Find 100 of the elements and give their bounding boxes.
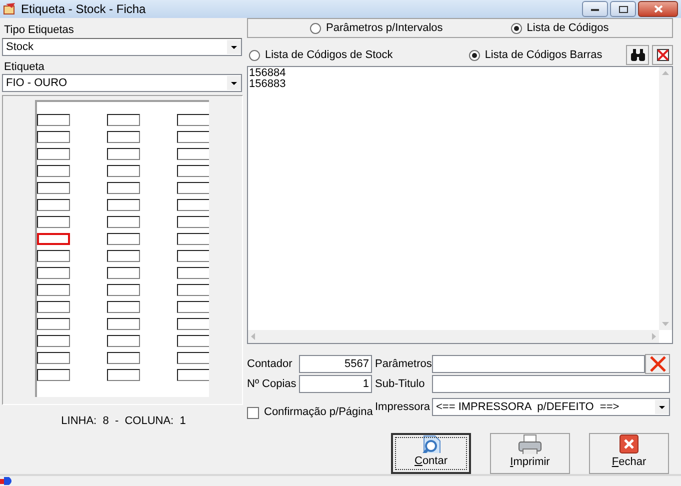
print-button[interactable]: Imprimir bbox=[490, 432, 570, 474]
label-slot[interactable] bbox=[107, 369, 140, 382]
vertical-scrollbar[interactable] bbox=[659, 67, 672, 330]
radio-label: Lista de Códigos de Stock bbox=[265, 48, 393, 64]
label-slot[interactable] bbox=[107, 233, 140, 246]
radio-label: Parâmetros p/Intervalos bbox=[326, 21, 443, 36]
label-slot[interactable] bbox=[107, 250, 140, 262]
label-slot[interactable] bbox=[37, 250, 70, 262]
field-label: Impressora bbox=[375, 400, 432, 416]
label-slot[interactable] bbox=[107, 114, 140, 126]
label-slot[interactable] bbox=[177, 114, 209, 126]
label-slot[interactable] bbox=[107, 335, 140, 348]
label-slot[interactable] bbox=[177, 182, 209, 194]
minimize-button[interactable] bbox=[582, 1, 608, 18]
search-button[interactable] bbox=[626, 45, 649, 66]
minimize-icon bbox=[591, 8, 599, 11]
label-slot[interactable] bbox=[37, 148, 70, 160]
app-icon bbox=[3, 2, 17, 16]
printer-icon bbox=[518, 434, 542, 454]
label-slot[interactable] bbox=[107, 318, 140, 330]
copies-field[interactable]: 1 bbox=[299, 375, 372, 394]
label-slot[interactable] bbox=[37, 199, 70, 212]
label-slot[interactable] bbox=[107, 301, 140, 314]
label-slot[interactable] bbox=[177, 267, 209, 280]
label-slot[interactable] bbox=[37, 216, 70, 228]
close-icon bbox=[654, 5, 662, 14]
label-slot[interactable] bbox=[107, 148, 140, 160]
counter-field[interactable]: 5567 bbox=[299, 355, 372, 374]
status-icon bbox=[0, 476, 14, 486]
label-slot[interactable] bbox=[107, 352, 140, 364]
label-slot[interactable] bbox=[177, 352, 209, 364]
label-slot[interactable] bbox=[177, 250, 209, 262]
label-slot[interactable] bbox=[37, 114, 70, 126]
label-slot[interactable] bbox=[37, 131, 70, 144]
field-label: Contador bbox=[247, 357, 294, 372]
label-slot[interactable] bbox=[177, 216, 209, 228]
close-icon bbox=[619, 434, 639, 454]
binoculars-icon bbox=[630, 49, 646, 62]
type-dropdown[interactable]: Stock bbox=[2, 38, 242, 56]
label-slot[interactable] bbox=[177, 233, 209, 246]
radio-button[interactable] bbox=[249, 50, 260, 61]
subtitle-field[interactable] bbox=[432, 375, 670, 394]
magnifier-document-icon bbox=[420, 434, 442, 454]
maximize-icon bbox=[618, 6, 628, 13]
parameters-field[interactable] bbox=[432, 355, 645, 374]
clear-list-button[interactable] bbox=[652, 45, 673, 66]
close-form-button[interactable]: Fechar bbox=[589, 432, 669, 474]
label-slot[interactable] bbox=[177, 284, 209, 296]
label-slot[interactable] bbox=[107, 165, 140, 178]
up-arrow-icon bbox=[662, 71, 669, 76]
radio-button[interactable] bbox=[310, 22, 321, 34]
field-label: Etiqueta bbox=[4, 61, 46, 74]
close-button[interactable] bbox=[638, 1, 678, 18]
code-line: 156883 bbox=[249, 79, 287, 90]
label-slot[interactable] bbox=[37, 318, 70, 330]
field-label: Sub-Titulo bbox=[375, 377, 426, 392]
maximize-button[interactable] bbox=[610, 1, 636, 18]
label-slot[interactable] bbox=[107, 267, 140, 280]
radio-button[interactable] bbox=[510, 22, 522, 34]
label-slot[interactable] bbox=[177, 318, 209, 330]
checkbox[interactable] bbox=[247, 406, 259, 419]
codes-textarea[interactable]: 156884 156883 bbox=[247, 66, 673, 344]
label-slot[interactable] bbox=[177, 301, 209, 314]
printer-dropdown[interactable]: <== IMPRESSORA p/DEFEITO ==> bbox=[432, 398, 670, 416]
label-slot[interactable] bbox=[37, 182, 70, 194]
code-line: 156884 bbox=[249, 68, 287, 80]
left-arrow-icon bbox=[251, 333, 255, 340]
position-text: LINHA: 8 - COLUNA: 1 bbox=[61, 414, 186, 430]
label-slot[interactable] bbox=[177, 165, 209, 178]
label-slot[interactable] bbox=[37, 267, 70, 280]
label-slot[interactable] bbox=[177, 199, 209, 212]
label-slot[interactable] bbox=[37, 165, 70, 178]
label-slot[interactable] bbox=[37, 352, 70, 364]
delete-icon bbox=[656, 48, 670, 62]
field-label: Tipo Etiquetas bbox=[4, 23, 75, 36]
count-button[interactable]: Contar bbox=[391, 432, 471, 474]
label-slot[interactable] bbox=[107, 216, 140, 228]
label-slot[interactable] bbox=[107, 182, 140, 194]
label-slot[interactable] bbox=[177, 335, 209, 348]
label-slot[interactable] bbox=[37, 369, 70, 382]
label-slot[interactable] bbox=[177, 148, 209, 160]
down-arrow-icon bbox=[662, 322, 669, 326]
horizontal-scrollbar[interactable] bbox=[248, 330, 659, 344]
label-slot[interactable] bbox=[177, 369, 209, 382]
radio-button[interactable] bbox=[468, 50, 480, 61]
label-dropdown[interactable]: FIO - OURO bbox=[2, 74, 242, 92]
right-arrow-icon bbox=[652, 333, 656, 340]
close-icon bbox=[648, 356, 666, 372]
checkbox-label: Confirmação p/Página bbox=[264, 405, 373, 420]
label-slot[interactable] bbox=[177, 131, 209, 144]
label-slot[interactable] bbox=[37, 335, 70, 348]
radio-label: Lista de Códigos bbox=[526, 21, 609, 36]
field-label: Nº Copias bbox=[247, 377, 298, 392]
label-slot[interactable] bbox=[107, 199, 140, 212]
label-slot[interactable] bbox=[37, 301, 70, 314]
label-slot[interactable] bbox=[37, 284, 70, 296]
label-slot[interactable] bbox=[107, 131, 140, 144]
radio-label: Lista de Códigos Barras bbox=[484, 48, 602, 64]
clear-button[interactable] bbox=[645, 354, 670, 374]
label-slot[interactable] bbox=[107, 284, 140, 296]
